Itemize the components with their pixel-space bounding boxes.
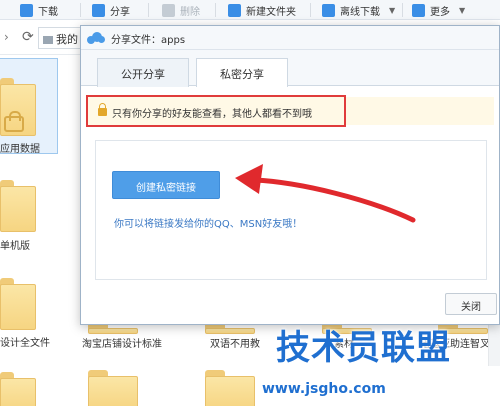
dialog-title: 分享文件：apps bbox=[111, 35, 186, 46]
forward-arrow-icon[interactable]: › bbox=[4, 30, 9, 44]
download-label: 下载 bbox=[38, 6, 58, 18]
dialog-title-bar[interactable]: 分享文件：apps bbox=[81, 26, 499, 50]
share-tabs: 公开分享 私密分享 bbox=[81, 50, 499, 87]
notice-text: 只有你分享的好友能查看，其他人都看不到哦 bbox=[112, 109, 312, 120]
folder-path-icon bbox=[43, 36, 53, 44]
close-button[interactable]: 关闭 bbox=[445, 293, 497, 315]
more-button[interactable]: 更多 ▼ bbox=[412, 1, 465, 19]
chevron-down-icon: ▼ bbox=[459, 5, 466, 15]
file-label: 双语不用教 bbox=[210, 339, 260, 350]
new-folder-icon bbox=[228, 3, 241, 17]
offline-download-button[interactable]: 离线下载 ▼ bbox=[322, 1, 395, 19]
privacy-notice: 只有你分享的好友能查看，其他人都看不到哦 bbox=[86, 95, 346, 127]
toolbar-divider bbox=[148, 3, 149, 17]
toolbar-divider bbox=[310, 3, 311, 17]
download-icon bbox=[20, 3, 33, 17]
folder-icon[interactable] bbox=[0, 372, 36, 406]
lock-icon bbox=[4, 111, 24, 132]
annotation-arrow-icon bbox=[235, 164, 416, 223]
more-label: 更多 bbox=[430, 6, 450, 18]
share-icon bbox=[92, 3, 105, 17]
watermark-url: www.jsgho.com bbox=[262, 381, 386, 397]
refresh-icon[interactable]: ⟳ bbox=[22, 29, 34, 45]
offline-download-label: 离线下载 bbox=[340, 6, 380, 18]
toolbar-divider bbox=[215, 3, 216, 17]
share-label: 分享 bbox=[110, 6, 130, 18]
notice-background bbox=[346, 97, 494, 125]
tab-public-share[interactable]: 公开分享 bbox=[97, 58, 189, 87]
share-button[interactable]: 分享 bbox=[92, 1, 130, 19]
toolbar-divider bbox=[402, 3, 403, 17]
tab-private-share[interactable]: 私密分享 bbox=[196, 58, 288, 87]
main-toolbar: 下载 分享 删除 新建文件夹 离线下载 ▼ 更多 ▼ bbox=[0, 0, 500, 20]
path-text: 我的 bbox=[56, 33, 78, 46]
file-label: 应用数据 bbox=[0, 144, 40, 155]
more-icon bbox=[412, 3, 425, 17]
trash-icon bbox=[162, 3, 175, 17]
folder-icon[interactable] bbox=[88, 370, 138, 406]
tab-private-share-label: 私密分享 bbox=[220, 68, 264, 81]
new-folder-button[interactable]: 新建文件夹 bbox=[228, 1, 296, 19]
folder-icon[interactable] bbox=[0, 180, 36, 232]
chevron-down-icon: ▼ bbox=[389, 5, 396, 15]
delete-button[interactable]: 删除 bbox=[162, 1, 200, 19]
new-folder-label: 新建文件夹 bbox=[246, 6, 296, 18]
file-label: 淘宝店铺设计标准 bbox=[82, 339, 162, 350]
watermark-logo-text: 技术员联盟 bbox=[276, 328, 451, 368]
folder-icon[interactable] bbox=[0, 278, 36, 330]
create-private-link-label: 创建私密链接 bbox=[136, 183, 196, 194]
file-label: 单机版 bbox=[0, 241, 30, 252]
create-private-link-button[interactable]: 创建私密链接 bbox=[112, 171, 220, 199]
share-dialog: 分享文件：apps 公开分享 私密分享 只有你分享的好友能查看，其他人都看不到哦… bbox=[80, 25, 500, 325]
toolbar-divider bbox=[80, 3, 81, 17]
cloud-logo-icon bbox=[87, 31, 105, 45]
offline-download-icon bbox=[322, 3, 335, 17]
download-button[interactable]: 下载 bbox=[20, 1, 58, 19]
file-label: 设计全文件 bbox=[0, 338, 50, 349]
lock-icon bbox=[98, 103, 107, 116]
tab-public-share-label: 公开分享 bbox=[121, 68, 165, 81]
folder-icon[interactable] bbox=[205, 370, 255, 406]
folder-icon[interactable] bbox=[0, 78, 36, 136]
delete-label: 删除 bbox=[180, 6, 200, 18]
close-button-label: 关闭 bbox=[461, 302, 481, 313]
